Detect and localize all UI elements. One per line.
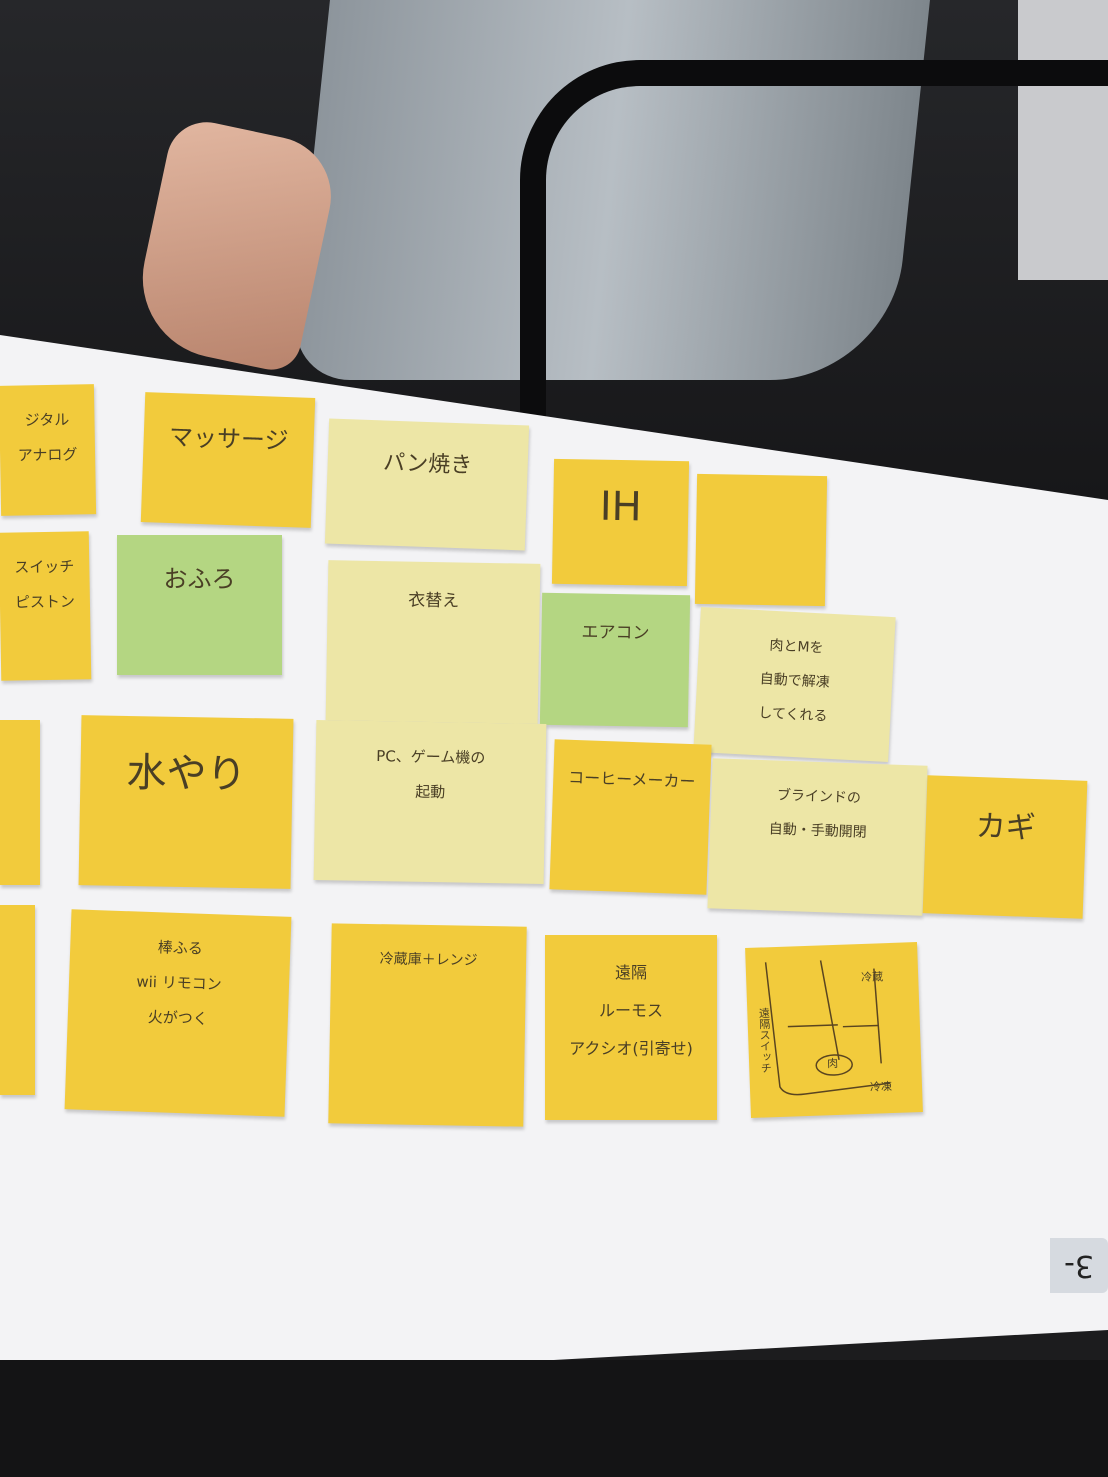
sticky-note[interactable] [694, 473, 828, 607]
sticky-note[interactable]: ジタル アナログ [0, 384, 97, 516]
sticky-note[interactable]: 冷蔵庫＋レンジ [328, 923, 527, 1127]
note-text: スイッチ [14, 557, 75, 577]
sticky-note[interactable]: PC、ゲーム機の 起動 [313, 720, 547, 884]
sketch-label: 冷蔵 [860, 970, 884, 985]
sticky-note[interactable]: コーヒーメーカー [549, 739, 712, 895]
table-tag: 3- [1050, 1238, 1108, 1293]
sticky-note[interactable]: 棒ふる wii リモコン 火がつく [64, 909, 292, 1117]
sticky-note[interactable]: 水やり [78, 715, 294, 889]
note-text: wii リモコン [136, 972, 223, 994]
sticky-note[interactable]: エアコン [539, 592, 691, 728]
note-text: ピストン [14, 592, 76, 612]
sticky-note[interactable]: カギ [922, 775, 1088, 919]
sticky-note[interactable] [0, 905, 35, 1095]
sticky-note[interactable]: パン焼き [324, 418, 530, 551]
note-text: ジタル [24, 410, 70, 430]
note-text: 起動 [415, 782, 446, 802]
note-text: エアコン [581, 622, 650, 644]
note-text: IH [599, 483, 643, 531]
note-text: 遠隔 [614, 963, 647, 982]
note-text: 冷蔵庫＋レンジ [379, 951, 478, 969]
sticky-note[interactable] [0, 720, 40, 885]
note-text: 肉とMを [769, 637, 824, 657]
note-text: マッサージ [168, 422, 289, 456]
note-text: おふろ [163, 565, 236, 593]
sticky-note[interactable]: おふろ [117, 535, 282, 675]
note-text: 棒ふる [157, 938, 204, 958]
sticky-note[interactable]: 衣替え [325, 560, 541, 724]
note-text: コーヒーメーカー [567, 767, 696, 792]
floor [0, 1360, 1108, 1477]
sketch-label: 冷凍 [869, 1080, 893, 1094]
sketch-label: 遠隔スイッチ [757, 1007, 773, 1074]
note-text: アナログ [17, 445, 78, 465]
sticky-note[interactable]: ブラインドの 自動・手動開閉 [707, 758, 928, 916]
note-text: アクシオ(引寄せ) [569, 1039, 693, 1058]
note-text: 火がつく [147, 1007, 209, 1029]
note-text: PC、ゲーム機の [376, 747, 486, 767]
note-text: ブラインドの [776, 787, 862, 807]
note-text: 自動で解凍 [759, 671, 831, 691]
note-text: 自動・手動開閉 [768, 821, 867, 841]
sticky-note[interactable]: 遠隔ルーモスアクシオ(引寄せ) [545, 935, 717, 1120]
sticky-note[interactable]: 肉とMを自動で解凍してくれる [693, 606, 896, 763]
note-text: してくれる [757, 705, 828, 725]
note-text: 水やり [126, 749, 247, 799]
note-text: ルーモス [598, 1001, 663, 1020]
sticky-note[interactable]: 遠隔スイッチ 冷蔵肉冷凍 [745, 942, 923, 1118]
sticky-note[interactable]: IH [551, 458, 690, 587]
note-text: パン焼き [382, 450, 473, 479]
sketch-label: 肉 [826, 1056, 839, 1071]
note-text: カギ [975, 808, 1037, 847]
sticky-note[interactable]: スイッチ ピストン [0, 531, 92, 681]
sticky-note[interactable]: マッサージ [140, 392, 316, 528]
note-text: 衣替え [408, 590, 460, 612]
